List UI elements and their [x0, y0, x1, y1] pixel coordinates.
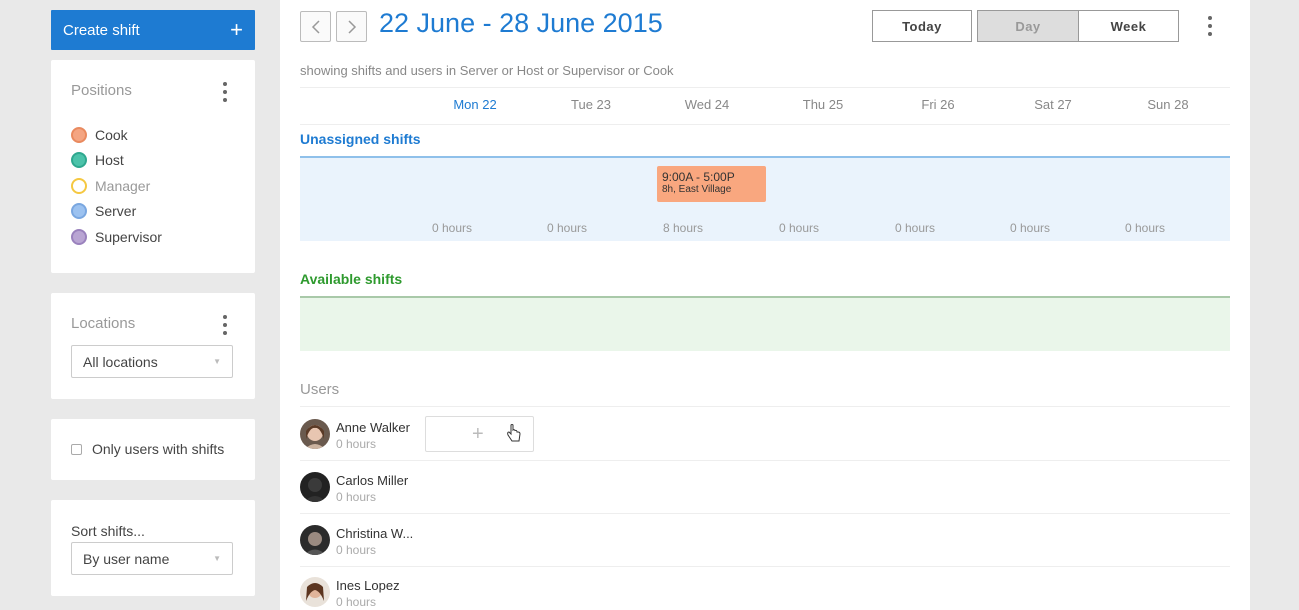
position-item[interactable]: Host — [71, 148, 162, 174]
position-item[interactable]: Manager — [71, 173, 162, 199]
only-users-label: Only users with shifts — [92, 441, 225, 457]
user-hours: 0 hours — [336, 437, 377, 451]
day-header[interactable]: Thu 25 — [778, 97, 868, 112]
today-button-group: Today — [872, 10, 972, 42]
day-hours-total: 0 hours — [894, 221, 936, 235]
sort-panel: Sort shifts... By user name ▼ — [51, 500, 255, 596]
user-row: Carlos Miller 0 hours — [300, 460, 1230, 513]
available-shifts-title: Available shifts — [300, 271, 403, 287]
day-headers: Mon 22 Tue 23 Wed 24 Thu 25 Fri 26 Sat 2… — [300, 97, 1230, 115]
day-hours-total: 0 hours — [1009, 221, 1051, 235]
position-color-dot — [71, 126, 87, 143]
user-name[interactable]: Ines Lopez — [336, 578, 400, 593]
date-range-title: 22 June - 28 June 2015 — [379, 8, 663, 38]
day-hours-total: 0 hours — [431, 221, 473, 235]
user-hours: 0 hours — [336, 490, 377, 504]
user-row: Christina W... 0 hours — [300, 513, 1230, 566]
positions-menu-icon[interactable] — [223, 82, 227, 102]
next-week-button[interactable] — [336, 11, 367, 42]
more-options-icon[interactable] — [1208, 16, 1212, 36]
day-hours-total: 8 hours — [662, 221, 704, 235]
day-hours-total: 0 hours — [1124, 221, 1166, 235]
shift-card[interactable]: 9:00A - 5:00P 8h, East Village — [657, 166, 766, 202]
view-toggle: Day Week — [977, 10, 1179, 42]
schedule-main: 22 June - 28 June 2015 Today Day Week sh… — [280, 0, 1250, 610]
users-title: Users — [300, 381, 340, 398]
sort-select[interactable]: By user name ▼ — [71, 542, 233, 575]
position-label: Server — [95, 203, 137, 220]
locations-menu-icon[interactable] — [223, 315, 227, 335]
divider — [300, 124, 1230, 125]
day-header[interactable]: Sat 27 — [1008, 97, 1098, 112]
positions-panel: Positions Cook Host Manager Server Super… — [51, 60, 255, 273]
hand-cursor-icon — [507, 424, 521, 442]
chevron-down-icon: ▼ — [213, 554, 221, 563]
position-item[interactable]: Cook — [71, 122, 162, 148]
position-label: Manager — [95, 177, 151, 194]
locations-title: Locations — [71, 315, 136, 332]
only-users-checkbox-row[interactable]: Only users with shifts — [71, 441, 224, 457]
divider — [300, 87, 1230, 88]
day-header[interactable]: Fri 26 — [893, 97, 983, 112]
week-view-button[interactable]: Week — [1078, 10, 1179, 42]
position-item[interactable]: Server — [71, 199, 162, 225]
locations-panel: Locations All locations ▼ — [51, 293, 255, 399]
day-header[interactable]: Wed 24 — [662, 97, 752, 112]
sort-select-value: By user name — [83, 550, 170, 567]
position-color-dot — [71, 203, 87, 220]
avatar[interactable] — [300, 525, 330, 555]
plus-icon: + — [230, 17, 243, 42]
only-users-panel: Only users with shifts — [51, 419, 255, 480]
position-color-dot — [71, 152, 87, 169]
add-shift-slot[interactable]: + — [425, 416, 534, 452]
shift-details: 8h, East Village — [662, 184, 732, 195]
sort-title: Sort shifts... — [71, 523, 145, 539]
position-label: Cook — [95, 126, 128, 143]
position-color-dot — [71, 177, 87, 194]
chevron-down-icon: ▼ — [213, 357, 221, 366]
only-users-checkbox[interactable] — [71, 443, 82, 455]
available-shifts-area[interactable] — [300, 298, 1230, 351]
prev-week-button[interactable] — [300, 11, 331, 42]
user-name[interactable]: Christina W... — [336, 526, 413, 541]
user-name[interactable]: Carlos Miller — [336, 473, 408, 488]
shift-time: 9:00A - 5:00P — [662, 170, 735, 184]
avatar[interactable] — [300, 472, 330, 502]
position-label: Host — [95, 152, 124, 169]
chevron-left-icon — [311, 19, 320, 34]
locations-select[interactable]: All locations ▼ — [71, 345, 233, 378]
user-hours: 0 hours — [336, 595, 377, 609]
user-name[interactable]: Anne Walker — [336, 420, 410, 435]
day-header[interactable]: Mon 22 — [430, 97, 520, 112]
day-header[interactable]: Tue 23 — [546, 97, 636, 112]
position-color-dot — [71, 228, 87, 245]
unassigned-shifts-title: Unassigned shifts — [300, 131, 421, 147]
avatar[interactable] — [300, 419, 330, 449]
position-item[interactable]: Supervisor — [71, 224, 162, 250]
create-shift-label: Create shift — [63, 21, 140, 39]
position-label: Supervisor — [95, 228, 162, 245]
day-hours-total: 0 hours — [778, 221, 820, 235]
filter-summary: showing shifts and users in Server or Ho… — [300, 63, 674, 78]
plus-icon: + — [472, 423, 484, 445]
day-view-button[interactable]: Day — [977, 10, 1078, 42]
create-shift-button[interactable]: Create shift + — [51, 10, 255, 50]
avatar[interactable] — [300, 577, 330, 607]
locations-select-value: All locations — [83, 353, 158, 370]
user-row: Anne Walker 0 hours + — [300, 407, 1230, 460]
positions-title: Positions — [71, 82, 132, 99]
positions-list: Cook Host Manager Server Supervisor — [71, 122, 162, 250]
today-button[interactable]: Today — [872, 10, 972, 42]
user-hours: 0 hours — [336, 543, 377, 557]
day-hours-total: 0 hours — [546, 221, 588, 235]
user-row: Ines Lopez 0 hours — [300, 566, 1230, 610]
chevron-right-icon — [347, 19, 356, 34]
day-header[interactable]: Sun 28 — [1123, 97, 1213, 112]
